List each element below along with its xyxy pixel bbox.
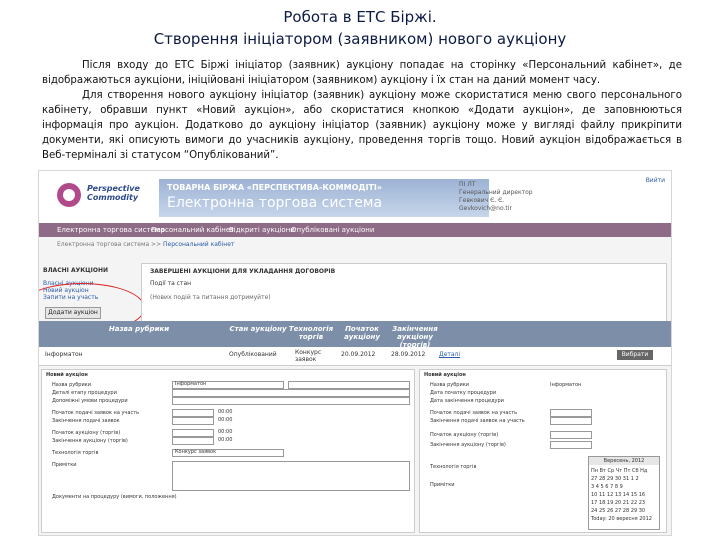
auction-end-date[interactable] <box>172 437 214 445</box>
details-input[interactable] <box>172 389 410 397</box>
auction-start-date[interactable] <box>172 429 214 437</box>
col-name: Назва рубрики <box>108 325 170 333</box>
slide-title-line2: Створення ініціатором (заявником) нового… <box>153 30 567 48</box>
right-apply-end[interactable] <box>550 417 592 425</box>
calendar-row-0: Пн Вт Ср Чт Пт Сб Нд <box>591 468 648 474</box>
embedded-screenshot: Perspective Commodity ТОВАРНА БІРЖА «ПЕР… <box>38 170 672 536</box>
right-apply-start[interactable] <box>550 409 592 417</box>
logo-line1: Perspective <box>87 184 140 193</box>
logout-link[interactable]: Вийти <box>646 177 665 184</box>
apply-start-date[interactable] <box>172 409 214 417</box>
right-label-auction-start: Початок аукціону (торгів) <box>430 432 499 438</box>
col-end: Закінчення аукціону (торгів) <box>392 325 438 349</box>
nav-item-open[interactable]: Відкриті аукціони <box>229 226 295 234</box>
auction-start-time[interactable]: 00:00 <box>218 429 232 435</box>
form-label-extra: Допоміжні умови процедури <box>52 398 128 404</box>
name-input-value: Інформатон <box>175 381 207 387</box>
right-auction-start[interactable] <box>550 431 592 439</box>
right-label-apply-start: Початок подачі заявок на участь <box>430 410 518 416</box>
calendar-row-5[interactable]: 24 25 26 27 28 29 30 <box>591 507 657 515</box>
form-label-apply-end: Закінчення подачі заявок <box>52 418 120 424</box>
calendar-row-4[interactable]: 17 18 19 20 21 22 23 <box>591 499 657 507</box>
nav-item-published[interactable]: Опубліковані аукціони <box>291 226 374 234</box>
right-label-auction-end: Закінчення аукціону (торгів) <box>430 442 506 448</box>
nav-item-ets[interactable]: Електронна торгова система <box>57 226 165 234</box>
logo-icon <box>57 183 81 207</box>
form-label-tech: Технологія торгів <box>52 450 99 456</box>
form-label-docs: Документи на процедуру (вимоги, положенн… <box>52 494 177 500</box>
right-auction-end[interactable] <box>550 441 592 449</box>
tech-select-value: Конкурс заявок <box>175 449 217 455</box>
paragraph-2: Для створення нового аукціону ініціатор … <box>42 90 682 161</box>
site-banner: ТОВАРНА БІРЖА «ПЕРСПЕКТИВА-КОММОДІТІ» Ел… <box>159 179 489 217</box>
date-picker-calendar[interactable]: Вересень, 2012 Пн Вт Ср Чт Пт Сб Нд 27 2… <box>588 456 660 530</box>
right-heading: Новий аукціон <box>424 372 466 378</box>
paragraph-1: Після входу до ЕТС Біржі ініціатор (заяв… <box>42 60 682 86</box>
user-line2: Генеральний директор <box>459 189 533 196</box>
calendar-footer[interactable]: Today: 20 вересня 2012 <box>591 515 657 523</box>
user-info: ПІ ЛТ Генеральний директор Гевкович Є. Є… <box>459 181 533 213</box>
calendar-row-1[interactable]: 27 28 29 30 31 1 2 <box>591 475 657 483</box>
user-line3: Гевкович Є. Є. <box>459 197 505 204</box>
top-nav: Електронна торгова система Персональний … <box>39 223 671 237</box>
new-auction-form: Новий аукціон Назва рубрики Інформатон Д… <box>41 369 415 533</box>
new-auction-form-right: Новий аукціон Назва рубрики Інформатон Д… <box>419 369 667 533</box>
select-button[interactable]: Вибрати <box>617 350 653 360</box>
apply-end-date[interactable] <box>172 417 214 425</box>
right-label-apply-end: Закінчення подачі заявок на участь <box>430 418 525 424</box>
breadcrumb-current[interactable]: Персональний кабінет <box>163 241 234 248</box>
slide-title-line1: Робота в ЕТС Біржі. <box>283 8 437 26</box>
banner-subtitle: ТОВАРНА БІРЖА «ПЕРСПЕКТИВА-КОММОДІТІ» <box>167 183 383 192</box>
col-tech: Технологія торгів <box>288 325 334 341</box>
nav-item-cabinet[interactable]: Персональний кабінет <box>151 226 234 234</box>
completed-auctions-panel: ЗАВЕРШЕНІ АУКЦІОНИ ДЛЯ УКЛАДАННЯ ДОГОВОР… <box>141 263 667 323</box>
logo-text: Perspective Commodity <box>87 184 140 202</box>
table-row[interactable]: Інформатон Опублікований Конкурс заявок … <box>39 347 671 366</box>
panel-filter: Події та стан <box>150 280 192 287</box>
notes-textarea[interactable] <box>172 461 410 491</box>
apply-end-time[interactable]: 00:00 <box>218 417 232 423</box>
details-link[interactable]: Деталі <box>439 351 460 358</box>
sidebar-heading: ВЛАСНІ АУКЦІОНИ <box>43 267 109 274</box>
site-header: Perspective Commodity ТОВАРНА БІРЖА «ПЕР… <box>39 171 671 223</box>
table-header: Назва рубрики Стан аукціону Технологія т… <box>39 321 671 349</box>
logo-line2: Commodity <box>87 193 139 202</box>
cell-name: Інформатон <box>45 351 83 358</box>
form-label-name: Назва рубрики <box>52 382 91 388</box>
right-label-name: Назва рубрики <box>430 382 469 388</box>
apply-start-time[interactable]: 00:00 <box>218 409 232 415</box>
cell-state: Опублікований <box>229 351 277 358</box>
form-label-auction-end: Закінчення аукціону (торгів) <box>52 438 128 444</box>
right-label-tech: Технологія торгів <box>430 464 477 470</box>
right-label-notes: Примітки <box>430 482 455 488</box>
form-label-auction-start: Початок аукціону (торгів) <box>52 430 121 436</box>
breadcrumb: Електронна торгова система >> Персональн… <box>57 241 234 248</box>
cell-tech: Конкурс заявок <box>295 349 322 363</box>
banner-title: Електронна торгова система <box>167 195 383 211</box>
panel-status: (Нових подій та питання дотримуйте) <box>150 294 271 301</box>
extra-input[interactable] <box>172 397 410 405</box>
slide-body: Після входу до ЕТС Біржі ініціатор (заяв… <box>42 58 682 163</box>
col-start: Початок аукціону <box>344 325 380 341</box>
user-line1: ПІ ЛТ <box>459 181 476 188</box>
name-input-extra[interactable] <box>288 381 410 389</box>
calendar-title: Вересень, 2012 <box>589 457 659 465</box>
panel-heading: ЗАВЕРШЕНІ АУКЦІОНИ ДЛЯ УКЛАДАННЯ ДОГОВОР… <box>150 268 336 275</box>
right-name-value: Інформатон <box>550 382 582 388</box>
form-label-apply-start: Початок подачі заявок на участь <box>52 410 140 416</box>
breadcrumb-root[interactable]: Електронна торгова система >> <box>57 241 163 248</box>
right-label-proc-end: Дата закінчення процедури <box>430 398 504 404</box>
cell-end: 28.09.2012 <box>391 351 426 358</box>
calendar-grid[interactable]: Пн Вт Ср Чт Пт Сб Нд 27 28 29 30 31 1 2 … <box>591 467 657 523</box>
form-label-details: Деталі етапу процедури <box>52 390 117 396</box>
calendar-row-3[interactable]: 10 11 12 13 14 15 16 <box>591 491 657 499</box>
form-heading: Новий аукціон <box>46 372 88 378</box>
right-label-proc-start: Дата початку процедури <box>430 390 497 396</box>
calendar-row-2[interactable]: 3 4 5 6 7 8 9 <box>591 483 657 491</box>
user-line4: Gevkovich@no.tir <box>459 205 512 212</box>
auction-end-time[interactable]: 00:00 <box>218 437 232 443</box>
cell-start: 20.09.2012 <box>341 351 376 358</box>
form-label-notes: Примітки <box>52 462 77 468</box>
